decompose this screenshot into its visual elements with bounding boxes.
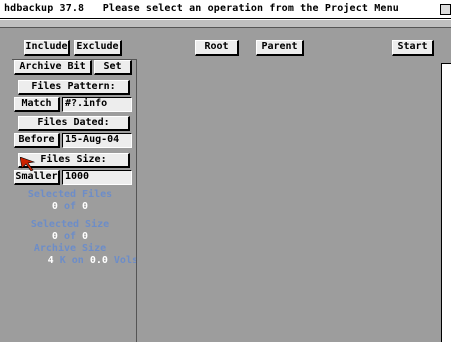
exclude-button[interactable]: Exclude <box>74 40 122 56</box>
scroll-panel[interactable] <box>441 63 451 342</box>
vols-label: Vols <box>113 255 138 266</box>
date-field[interactable]: 15-Aug-04 <box>62 133 132 148</box>
mouse-pointer-icon <box>20 157 36 171</box>
archive-vols-number: 0.0 <box>89 255 108 266</box>
include-button[interactable]: Include <box>24 40 70 56</box>
depth-gadget-icon[interactable] <box>440 4 451 15</box>
selected-size-label: Selected Size <box>30 219 110 230</box>
archive-bit-button[interactable]: Archive Bit <box>14 60 92 75</box>
selected-size-total: 0 <box>82 231 89 242</box>
selected-files-total: 0 <box>82 201 89 212</box>
size-field[interactable]: 1000 <box>62 170 132 185</box>
set-button[interactable]: Set <box>94 60 132 75</box>
selected-files-label: Selected Files <box>27 189 113 200</box>
of-label: of <box>63 231 77 242</box>
selected-files-value: 0 of 0 <box>14 201 126 212</box>
file-list[interactable] <box>136 59 441 342</box>
before-button[interactable]: Before <box>14 133 60 148</box>
window-title: hdbackup 37.8 Please select an operation… <box>4 3 399 14</box>
title-bar[interactable]: hdbackup 37.8 Please select an operation… <box>0 0 451 19</box>
archive-size-number: 4 <box>47 255 54 266</box>
start-button[interactable]: Start <box>392 40 434 56</box>
selected-size-value: 0 of 0 <box>14 231 126 242</box>
menu-strip <box>0 19 451 28</box>
files-pattern-label: Files Pattern: <box>18 80 130 95</box>
k-on-label: K on <box>59 255 84 266</box>
root-button[interactable]: Root <box>195 40 239 56</box>
smaller-button[interactable]: Smaller <box>14 170 60 185</box>
of-label: of <box>63 201 77 212</box>
files-dated-label: Files Dated: <box>18 116 130 131</box>
selected-files-count: 0 <box>51 201 58 212</box>
archive-size-value: 4 K on 0.0 Vols <box>14 255 138 266</box>
match-button[interactable]: Match <box>14 97 60 112</box>
archive-size-label: Archive Size <box>33 243 107 254</box>
pattern-field[interactable]: #?.info <box>62 97 132 112</box>
parent-button[interactable]: Parent <box>256 40 304 56</box>
selected-size-count: 0 <box>51 231 58 242</box>
